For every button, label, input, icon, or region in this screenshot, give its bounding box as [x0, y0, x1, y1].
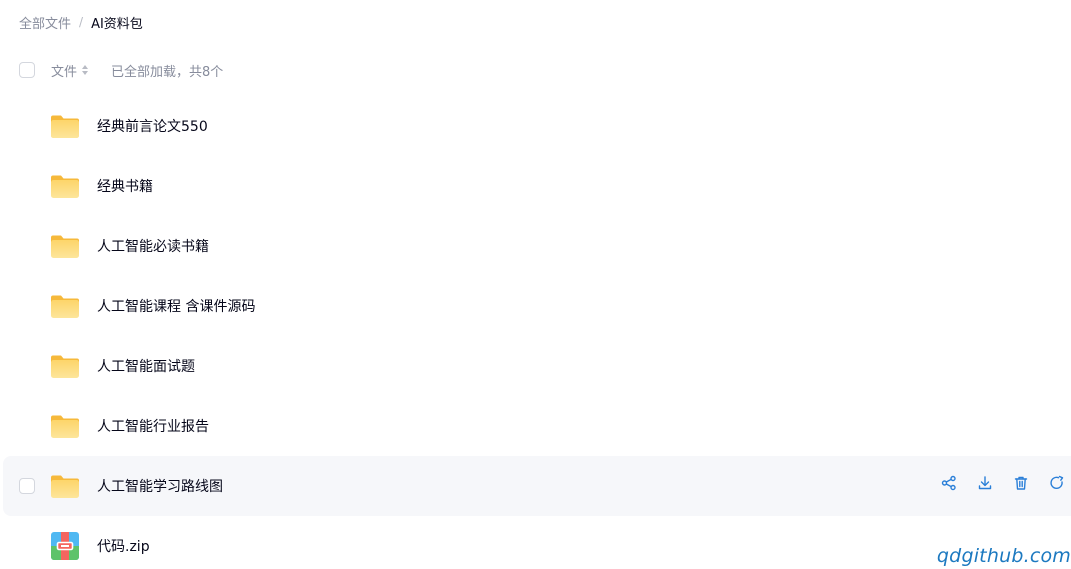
folder-icon — [51, 475, 79, 498]
folder-icon — [51, 235, 79, 258]
zip-file-icon — [51, 532, 79, 560]
breadcrumb: 全部文件 / AI资料包 — [19, 12, 143, 32]
breadcrumb-all-files[interactable]: 全部文件 — [19, 13, 71, 32]
folder-icon — [51, 115, 79, 138]
sort-icon — [82, 65, 89, 75]
share-icon[interactable] — [941, 475, 957, 491]
file-name[interactable]: 人工智能课程 含课件源码 — [97, 296, 255, 316]
row-actions — [941, 475, 1065, 491]
file-name[interactable]: 人工智能行业报告 — [97, 416, 209, 436]
file-name[interactable]: 代码.zip — [97, 536, 150, 556]
delete-icon[interactable] — [1013, 475, 1029, 491]
file-name[interactable]: 人工智能必读书籍 — [97, 236, 209, 256]
breadcrumb-separator: / — [79, 15, 84, 29]
row-checkbox[interactable] — [19, 478, 35, 494]
folder-icon — [51, 295, 79, 318]
more-icon[interactable] — [1049, 475, 1065, 491]
file-column-label: 文件 — [51, 64, 78, 80]
file-row[interactable]: 代码.zip — [0, 516, 1071, 569]
download-icon[interactable] — [977, 475, 993, 491]
file-row[interactable]: 经典书籍 — [0, 156, 1071, 216]
file-row[interactable]: 人工智能行业报告 — [0, 396, 1071, 456]
file-name[interactable]: 人工智能面试题 — [97, 356, 195, 376]
breadcrumb-current-folder: AI资料包 — [91, 16, 143, 32]
file-name[interactable]: 经典前言论文550 — [97, 116, 208, 136]
file-row[interactable]: 人工智能必读书籍 — [0, 216, 1071, 276]
folder-icon — [51, 415, 79, 438]
load-status-text: 已全部加载，共8个 — [111, 64, 224, 80]
folder-icon — [51, 355, 79, 378]
file-name[interactable]: 经典书籍 — [97, 176, 153, 196]
file-list-header: 文件 已全部加载，共8个 — [19, 59, 223, 81]
file-row[interactable]: 人工智能面试题 — [0, 336, 1071, 396]
file-row[interactable]: 人工智能课程 含课件源码 — [0, 276, 1071, 336]
file-list: 经典前言论文550 经典书籍 人工智能必读书籍 人工智能课程 含课件源码 人工智… — [0, 96, 1071, 569]
watermark: qdgithub.com — [936, 545, 1071, 567]
file-row[interactable]: 人工智能学习路线图 — [3, 456, 1071, 516]
file-row[interactable]: 经典前言论文550 — [0, 96, 1071, 156]
select-all-checkbox[interactable] — [19, 62, 35, 78]
folder-icon — [51, 175, 79, 198]
file-column-sort[interactable]: 文件 — [51, 61, 89, 80]
file-name[interactable]: 人工智能学习路线图 — [97, 476, 223, 496]
